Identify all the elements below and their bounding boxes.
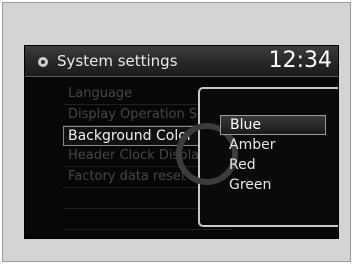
color-option-blue[interactable]: Blue <box>220 115 326 135</box>
page-title: System settings <box>57 52 178 70</box>
header-bar: System settings 12:34 <box>25 46 338 77</box>
clock-display: 12:34 <box>268 48 332 73</box>
color-option-amber[interactable]: Amber <box>220 135 326 155</box>
gear-icon <box>38 57 48 67</box>
figure-frame: System settings 12:34 Language Display O… <box>2 2 351 262</box>
color-option-red[interactable]: Red <box>220 155 326 175</box>
color-options-list: Blue Amber Red Green <box>220 115 326 195</box>
display-screen: System settings 12:34 Language Display O… <box>24 45 339 239</box>
color-option-green[interactable]: Green <box>220 175 326 195</box>
color-select-popup: Blue Amber Red Green <box>176 87 338 227</box>
